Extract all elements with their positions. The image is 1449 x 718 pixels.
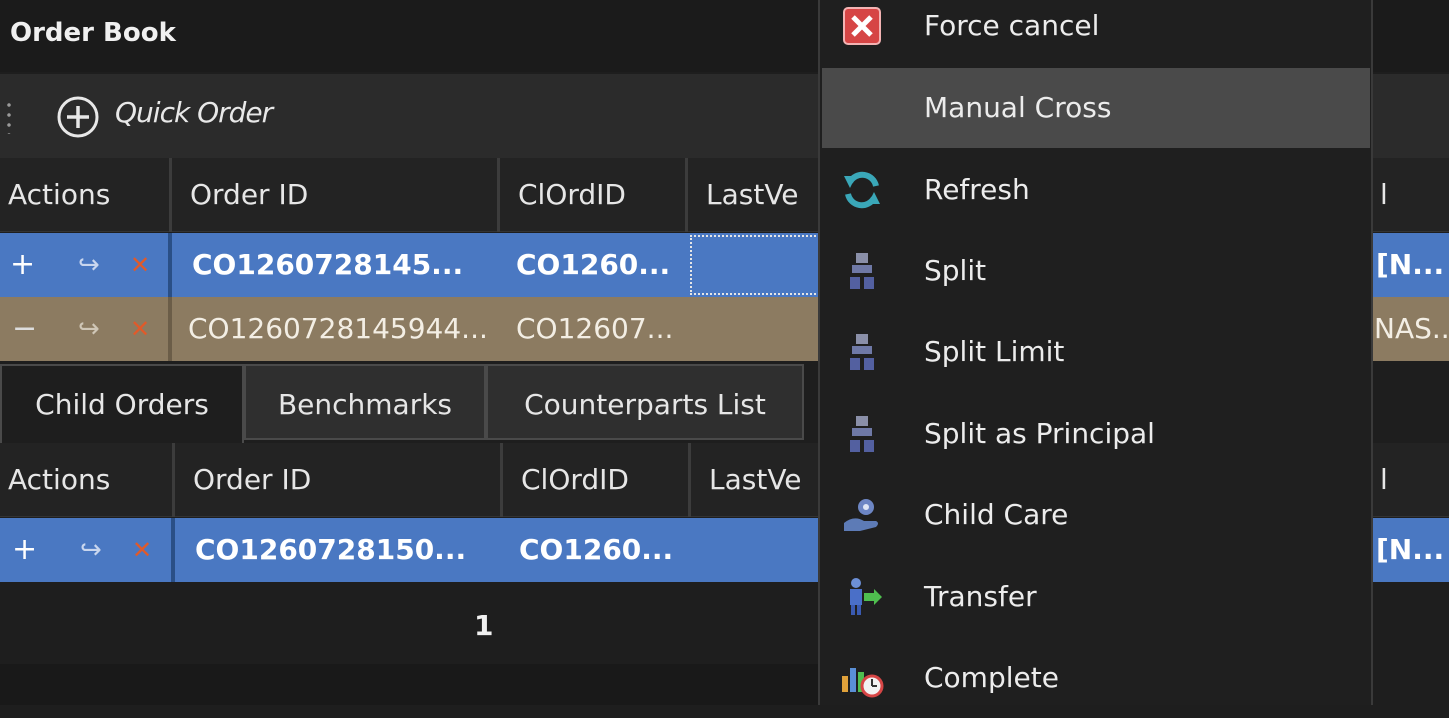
clordid-cell[interactable]: CO1260... xyxy=(500,233,688,297)
col-header-order-id[interactable]: Order ID xyxy=(175,443,503,517)
menu-item-label: Child Care xyxy=(924,498,1069,531)
row-actions: − ↪ ✕ xyxy=(0,297,172,361)
add-circle-icon[interactable] xyxy=(56,95,100,139)
menu-item-refresh[interactable]: Refresh xyxy=(822,150,1370,230)
order-id-cell[interactable]: CO1260728145944... xyxy=(176,297,500,361)
quick-order-button[interactable]: Quick Order xyxy=(115,96,273,129)
page-number[interactable]: 1 xyxy=(474,609,493,642)
menu-item-label: Split Limit xyxy=(924,335,1065,368)
col-header-right[interactable]: l xyxy=(1372,158,1449,232)
right-cell[interactable]: NAS... xyxy=(1372,297,1449,361)
lastver-cell-focused[interactable] xyxy=(690,235,820,295)
refresh-icon xyxy=(844,171,880,209)
col-header-order-id[interactable]: Order ID xyxy=(172,158,500,232)
col-header-right[interactable]: l xyxy=(1372,443,1449,517)
col-header-clordid[interactable]: ClOrdID xyxy=(500,158,688,232)
split-limit-icon xyxy=(850,334,874,370)
tab-benchmarks[interactable]: Benchmarks xyxy=(244,364,486,440)
menu-item-label: Manual Cross xyxy=(924,91,1112,124)
row-actions: + ↪ ✕ xyxy=(0,518,175,582)
col-header-lastver[interactable]: LastVe xyxy=(688,158,828,232)
child-care-icon xyxy=(844,499,878,531)
tab-counterparts-list[interactable]: Counterparts List xyxy=(486,364,804,440)
complete-icon xyxy=(842,668,884,698)
menu-item-label: Force cancel xyxy=(924,9,1100,42)
col-header-actions[interactable]: Actions xyxy=(0,443,175,517)
context-menu: Force cancel Manual Cross Refresh Split … xyxy=(818,0,1373,705)
col-header-actions[interactable]: Actions xyxy=(0,158,172,232)
collapse-icon[interactable]: − xyxy=(12,297,37,361)
menu-item-split-limit[interactable]: Split Limit xyxy=(822,312,1370,392)
menu-item-split-as-principal[interactable]: Split as Principal xyxy=(822,394,1370,474)
toolbar-grip-handle[interactable] xyxy=(6,100,12,134)
menu-item-child-care[interactable]: Child Care xyxy=(822,475,1370,555)
cancel-icon[interactable]: ✕ xyxy=(130,233,150,297)
forward-icon[interactable]: ↪ xyxy=(78,233,100,297)
row-actions: + ↪ ✕ xyxy=(0,233,172,297)
cancel-icon[interactable]: ✕ xyxy=(130,297,150,361)
clordid-cell[interactable]: CO1260... xyxy=(503,518,691,582)
menu-item-complete[interactable]: Complete xyxy=(822,638,1370,718)
menu-item-split[interactable]: Split xyxy=(822,231,1370,311)
bottom-strip xyxy=(0,664,818,705)
tab-child-orders[interactable]: Child Orders xyxy=(0,364,244,444)
order-id-cell[interactable]: CO1260728150... xyxy=(179,518,503,582)
clordid-cell[interactable]: CO12607... xyxy=(500,297,688,361)
forward-icon[interactable]: ↪ xyxy=(78,297,100,361)
transfer-icon xyxy=(850,578,882,615)
detail-tabs: Child Orders Benchmarks Counterparts Lis… xyxy=(0,364,810,444)
split-icon xyxy=(850,253,874,289)
menu-item-manual-cross[interactable]: Manual Cross xyxy=(822,68,1370,148)
force-cancel-icon xyxy=(843,7,881,45)
menu-item-label: Complete xyxy=(924,661,1059,694)
right-cell[interactable]: [N... xyxy=(1372,233,1449,297)
panel-title: Order Book xyxy=(10,18,176,48)
order-id-cell[interactable]: CO1260728145... xyxy=(176,233,500,297)
forward-icon[interactable]: ↪ xyxy=(80,518,102,582)
col-header-lastver[interactable]: LastVe xyxy=(691,443,828,517)
menu-item-transfer[interactable]: Transfer xyxy=(822,557,1370,637)
menu-item-label: Split xyxy=(924,254,987,287)
cancel-icon[interactable]: ✕ xyxy=(132,518,152,582)
menu-item-force-cancel[interactable]: Force cancel xyxy=(822,0,1370,66)
menu-item-label: Refresh xyxy=(924,173,1030,206)
split-principal-icon xyxy=(850,416,874,452)
expand-icon[interactable]: + xyxy=(12,518,37,582)
menu-item-label: Transfer xyxy=(924,580,1037,613)
col-header-clordid[interactable]: ClOrdID xyxy=(503,443,691,517)
pager-bar xyxy=(0,584,818,664)
menu-item-label: Split as Principal xyxy=(924,417,1155,450)
expand-icon[interactable]: + xyxy=(10,233,35,297)
right-cell[interactable]: [N... xyxy=(1372,518,1449,582)
